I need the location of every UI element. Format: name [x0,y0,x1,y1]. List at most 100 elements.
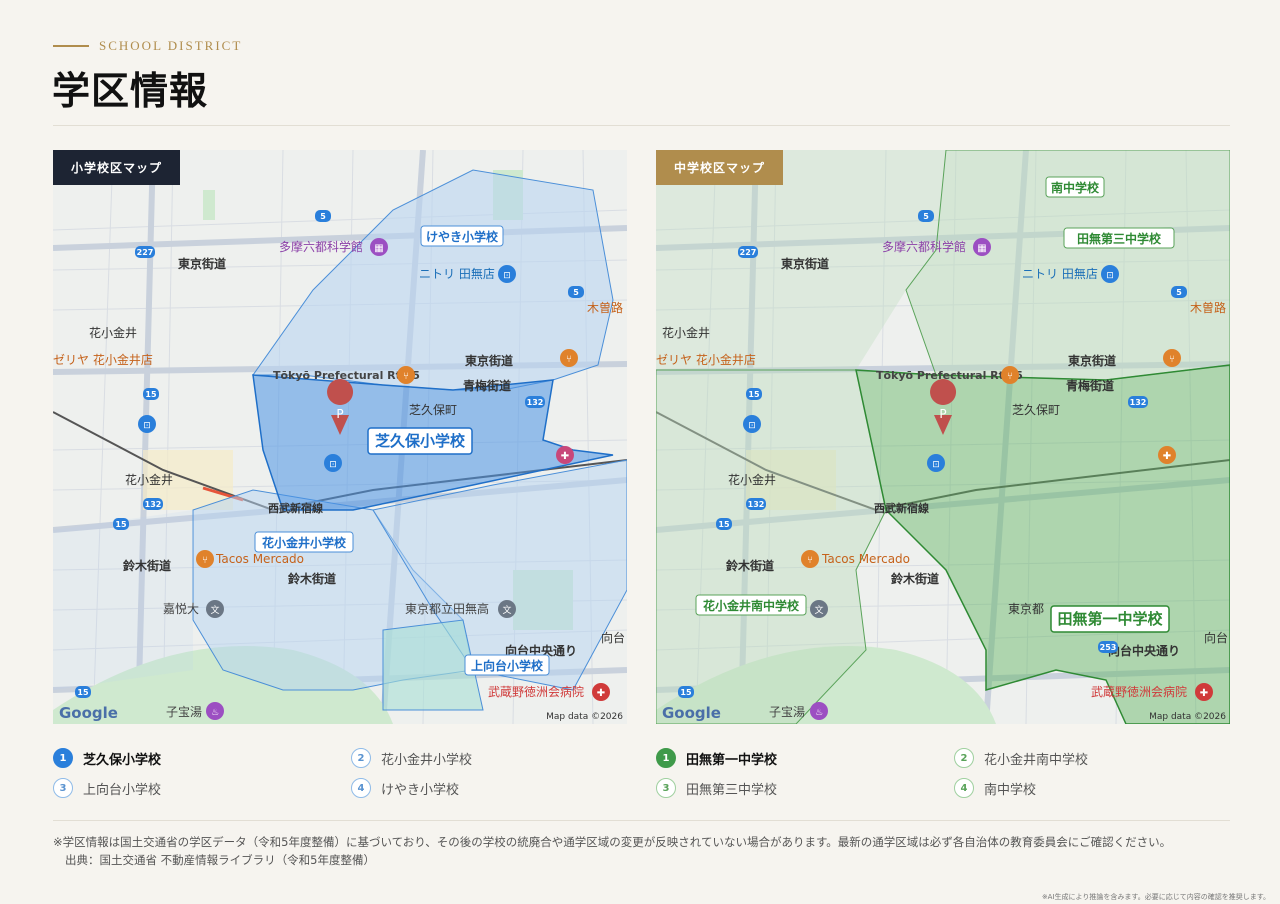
elementary-map-tag: 小学校区マップ [53,150,181,185]
route-shield: 5 [315,210,331,222]
svg-text:132: 132 [1130,398,1147,407]
route-shield: 132 [746,498,766,510]
svg-text:⊡: ⊡ [143,421,151,431]
map-attribution: Map data ©2026 [1149,712,1226,722]
ai-disclaimer: ※AI生成により推論を含みます。必要に応じて内容の確認を推奨します。 [1041,893,1270,901]
legend-label: 花小金井南中学校 [984,752,1089,768]
route-shield: 15 [746,388,762,400]
street-label: 東京街道 [178,256,226,271]
svg-text:✚: ✚ [561,451,569,462]
svg-text:▦: ▦ [374,243,383,254]
svg-text:⑂: ⑂ [202,555,208,566]
svg-text:15: 15 [145,390,157,399]
street-label: 向台中央通り [1108,643,1180,658]
poi-label: Tacos Mercado [215,552,304,566]
legend-item[interactable]: 2 花小金井南中学校 [954,748,1230,768]
route-shield: 5 [918,210,934,222]
street-label: 鈴木街道 [288,571,336,586]
svg-text:⑂: ⑂ [807,555,813,566]
svg-text:⊡: ⊡ [503,271,511,281]
legend-item[interactable]: 3 上向台小学校 [53,778,351,798]
elementary-map-canvas[interactable]: 東京街道 東京街道 青梅街道 西武新宿線 鈴木街道 鈴木街道 向台中央通り 花小… [53,150,627,724]
svg-text:⑂: ⑂ [1007,371,1013,382]
poi-label: ニトリ 田無店 [419,266,495,281]
svg-text:132: 132 [748,500,765,509]
restaurant-icon: ⑂ [1001,366,1019,384]
poi-label: ニトリ 田無店 [1022,266,1098,281]
legend-number: 2 [954,748,974,768]
svg-text:✚: ✚ [1163,451,1171,462]
legend-item[interactable]: 1 田無第一中学校 [656,748,954,768]
elementary-map[interactable]: 小学校区マップ 東京街道 東京街道 青梅街道 西武新宿線 鈴木街道 鈴木街道 向… [53,150,627,724]
junior-map-tag: 中学校区マップ [656,150,784,185]
poi-label: Tacos Mercado [821,552,910,566]
route-shield: 227 [135,246,155,258]
section-eyebrow: SCHOOL DISTRICT [53,38,242,54]
svg-text:⊡: ⊡ [1106,271,1114,281]
svg-text:5: 5 [573,288,579,297]
svg-text:田無第三中学校: 田無第三中学校 [1077,231,1162,246]
source-text: 出典：国土交通省 不動産情報ライブラリ（令和5年度整備） [65,853,375,867]
hospital-icon: ✚ [592,683,610,701]
route-shield: 5 [1171,286,1187,298]
legend-item[interactable]: 2 花小金井小学校 [351,748,627,768]
svg-text:P: P [939,407,946,421]
google-logo: Google [59,704,118,722]
district-label-hanakoganei-minami[interactable]: 花小金井南中学校 [695,594,807,616]
poi-label: ゼリヤ 花小金井店 [53,352,153,367]
poi-label: 子宝湯 [166,705,202,719]
route-shield: 15 [113,518,129,530]
svg-text:15: 15 [115,520,127,529]
svg-text:⑂: ⑂ [1169,354,1175,365]
street-label: 西武新宿線 [268,501,323,515]
poi-label: 木曽路 [1190,300,1226,315]
district-label-tanashi-daisan[interactable]: 田無第三中学校 [1063,227,1175,249]
area-label: 向台 [1204,630,1228,645]
junior-map-canvas[interactable]: 東京街道 東京街道 青梅街道 西武新宿線 鈴木街道 鈴木街道 向台中央通り 花小… [656,150,1230,724]
district-label-minami[interactable]: 南中学校 [1045,176,1105,198]
google-logo: Google [662,704,721,722]
station-label: 花小金井 [125,472,173,487]
legend-number: 1 [656,748,676,768]
svg-text:⊡: ⊡ [748,421,756,431]
store-icon: ⊡ [498,265,516,283]
svg-text:5: 5 [1176,288,1182,297]
legend-item[interactable]: 3 田無第三中学校 [656,778,954,798]
restaurant-icon: ⑂ [801,550,819,568]
poi-label: 多摩六都科学館 [882,239,966,254]
street-label: 青梅街道 [463,378,511,393]
poi-label: 木曽路 [587,300,623,315]
legend-item[interactable]: 4 けやき小学校 [351,778,627,798]
legend-item[interactable]: 4 南中学校 [954,778,1230,798]
legend-item[interactable]: 1 芝久保小学校 [53,748,351,768]
svg-text:花小金井南中学校: 花小金井南中学校 [703,598,800,613]
district-label-keyaki[interactable]: けやき小学校 [420,225,504,247]
svg-text:田無第一中学校: 田無第一中学校 [1057,610,1163,628]
hospital-icon: ✚ [1158,446,1176,464]
hospital-icon: ✚ [556,446,574,464]
legend-number: 2 [351,748,371,768]
bath-icon: ♨ [810,702,828,720]
street-label: 鈴木街道 [726,558,774,573]
area-label: 花小金井 [89,325,137,340]
route-shield: 15 [716,518,732,530]
junior-map[interactable]: 中学校区マップ 東京街道 東京街道 青梅街道 西武新宿線 鈴木街道 鈴木街道 向… [656,150,1230,724]
route-shield: 132 [525,396,545,408]
restaurant-icon: ⑂ [397,366,415,384]
svg-text:⊡: ⊡ [329,460,337,470]
district-label-shikubo[interactable]: 芝久保小学校 [367,427,473,455]
route-shield: 15 [75,686,91,698]
divider [53,125,1230,126]
svg-text:文: 文 [814,604,823,616]
svg-text:花小金井小学校: 花小金井小学校 [262,535,347,550]
district-label-tanashi-daiichi[interactable]: 田無第一中学校 [1050,605,1170,633]
svg-text:P: P [336,407,343,421]
svg-text:文: 文 [502,604,511,616]
museum-icon: ▦ [973,238,991,256]
district-label-hanakoganei[interactable]: 花小金井小学校 [254,531,354,553]
poi-label: 東京都立田無高 [405,601,489,616]
svg-text:5: 5 [923,212,929,221]
route-shield: 15 [678,686,694,698]
district-label-kamimukodai[interactable]: 上向台小学校 [464,654,550,676]
eyebrow-text: SCHOOL DISTRICT [99,38,243,53]
